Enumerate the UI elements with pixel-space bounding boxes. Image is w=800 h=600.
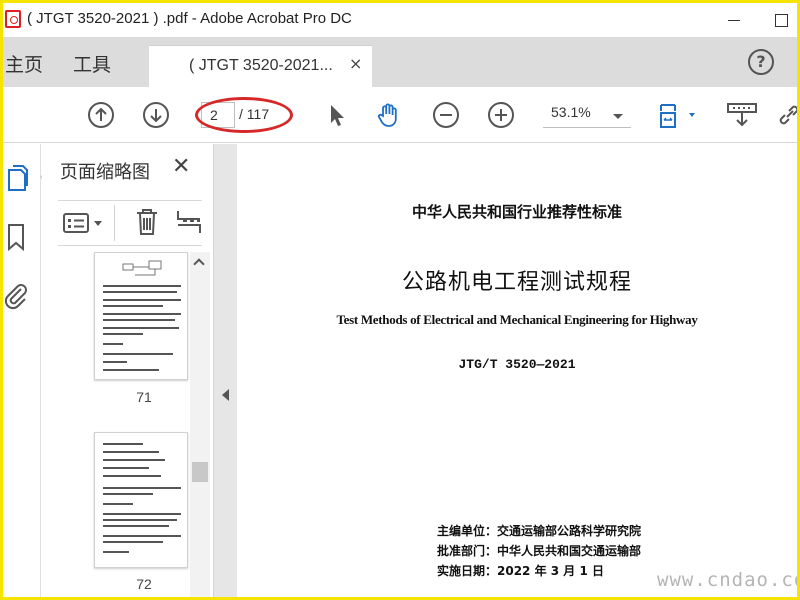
thumbnail-text-line bbox=[103, 503, 133, 505]
arrow-up-circle-icon[interactable] bbox=[87, 101, 115, 129]
thumbnail-text-line bbox=[103, 487, 181, 489]
tab-document[interactable]: ( JTGT 3520-2021... × bbox=[149, 45, 372, 87]
thumbnail-text-line bbox=[103, 353, 173, 355]
zoom-in-icon[interactable] bbox=[487, 101, 515, 129]
thumbnail-label: 71 bbox=[136, 389, 152, 405]
panel-collapse-strip[interactable] bbox=[213, 144, 237, 597]
toolbar: 2 / 117 53.1% bbox=[3, 87, 797, 143]
thumbnail-text-line bbox=[103, 319, 175, 321]
effective-date: 实施日期：2022 年 3 月 1 日 bbox=[437, 564, 604, 578]
panel-toolbar-divider bbox=[114, 205, 115, 241]
tab-home[interactable]: 主页 bbox=[5, 50, 43, 77]
arrow-down-circle-icon[interactable] bbox=[142, 101, 170, 129]
thumbnail-page-72[interactable] bbox=[94, 432, 188, 568]
thumbnail-text-line bbox=[103, 291, 177, 293]
thumbnail-text-line bbox=[103, 513, 181, 515]
zoom-out-icon[interactable] bbox=[432, 101, 460, 129]
crop-page-icon[interactable] bbox=[176, 207, 202, 237]
watermark: www.cndao.com bbox=[657, 569, 797, 591]
window-title: ( JTGT 3520-2021 ) .pdf - Adobe Acrobat … bbox=[27, 10, 352, 27]
document-title: 公路机电工程测试规程 bbox=[401, 270, 632, 295]
thumbnail-text-line bbox=[103, 333, 143, 335]
editor-unit: 主编单位：交通运输部公路科学研究院 bbox=[437, 524, 642, 538]
thumbnail-text-line bbox=[103, 299, 181, 301]
collapse-arrow-icon[interactable] bbox=[222, 389, 229, 401]
thumbnail-text-line bbox=[103, 541, 163, 543]
panel-title: 页面缩略图 bbox=[60, 162, 150, 183]
document-tab-label: ( JTGT 3520-2021... bbox=[189, 57, 333, 74]
thumbnail-text-line bbox=[103, 369, 159, 371]
thumbnail-text-line bbox=[103, 451, 159, 453]
fit-page-icon[interactable] bbox=[657, 101, 701, 129]
thumbnail-list: 71 72 bbox=[42, 252, 194, 597]
panel-toolbar bbox=[58, 200, 202, 246]
standard-code: JTG/T 3520—2021 bbox=[458, 357, 576, 372]
thumbnail-text-line bbox=[103, 493, 153, 495]
thumbnail-text-line bbox=[103, 313, 181, 315]
tab-tools[interactable]: 工具 bbox=[73, 50, 111, 77]
thumbnail-diagram bbox=[122, 260, 162, 276]
link-icon[interactable] bbox=[775, 101, 797, 129]
select-cursor-icon[interactable] bbox=[323, 101, 351, 129]
close-tab-icon[interactable]: × bbox=[349, 54, 362, 73]
maximize-button[interactable] bbox=[758, 3, 797, 37]
thumbnail-text-line bbox=[103, 305, 163, 307]
chevron-down-icon[interactable] bbox=[613, 114, 623, 119]
bookmark-icon[interactable] bbox=[5, 222, 27, 252]
approving-department: 批准部门：中华人民共和国交通运输部 bbox=[437, 544, 642, 558]
thumbnail-scrollbar[interactable] bbox=[190, 252, 210, 597]
thumbnail-text-line bbox=[103, 327, 179, 329]
attachment-icon[interactable] bbox=[3, 279, 29, 311]
thumbnail-text-line bbox=[103, 525, 169, 527]
tab-bar: 主页 工具 ( JTGT 3520-2021... × ? bbox=[3, 37, 797, 87]
thumbnail-text-line bbox=[103, 443, 143, 445]
pdf-app-icon bbox=[5, 10, 21, 28]
thumbnail-text-line bbox=[103, 535, 181, 537]
minimize-button[interactable] bbox=[711, 3, 757, 37]
close-panel-icon[interactable]: ✕ bbox=[172, 154, 190, 179]
scroll-mode-icon[interactable] bbox=[725, 101, 759, 129]
page-thumbnails-icon[interactable] bbox=[5, 164, 29, 194]
options-menu-icon[interactable] bbox=[62, 211, 106, 235]
thumbnail-text-line bbox=[103, 467, 149, 469]
thumbnail-text-line bbox=[103, 519, 177, 521]
thumbnail-label: 72 bbox=[136, 576, 152, 592]
thumbnail-text-line bbox=[103, 475, 161, 477]
thumbnail-text-line bbox=[103, 343, 123, 345]
app-window: ( JTGT 3520-2021 ) .pdf - Adobe Acrobat … bbox=[3, 3, 797, 597]
thumbnail-page-71[interactable] bbox=[94, 252, 188, 380]
annotation-ellipse bbox=[195, 97, 293, 133]
trash-icon[interactable] bbox=[134, 207, 160, 237]
standard-type: 中华人民共和国行业推荐性标准 bbox=[411, 203, 622, 221]
thumbnail-text-line bbox=[103, 551, 129, 553]
thumbnail-text-line bbox=[103, 459, 165, 461]
thumbnail-text-line bbox=[103, 285, 181, 287]
navigation-rail bbox=[3, 144, 49, 597]
help-icon[interactable]: ? bbox=[748, 49, 774, 75]
thumbnail-text-line bbox=[103, 361, 127, 363]
title-bar: ( JTGT 3520-2021 ) .pdf - Adobe Acrobat … bbox=[3, 3, 797, 37]
document-viewer[interactable]: 中华人民共和国行业推荐性标准 公路机电工程测试规程 Test Methods o… bbox=[237, 144, 797, 597]
scroll-thumb[interactable] bbox=[192, 462, 208, 482]
scroll-up-icon[interactable] bbox=[193, 258, 205, 270]
thumbnails-panel: 页面缩略图 ✕ 71 72 bbox=[42, 144, 212, 597]
document-title-english: Test Methods of Electrical and Mechanica… bbox=[336, 312, 698, 327]
hand-tool-icon[interactable] bbox=[375, 101, 403, 129]
